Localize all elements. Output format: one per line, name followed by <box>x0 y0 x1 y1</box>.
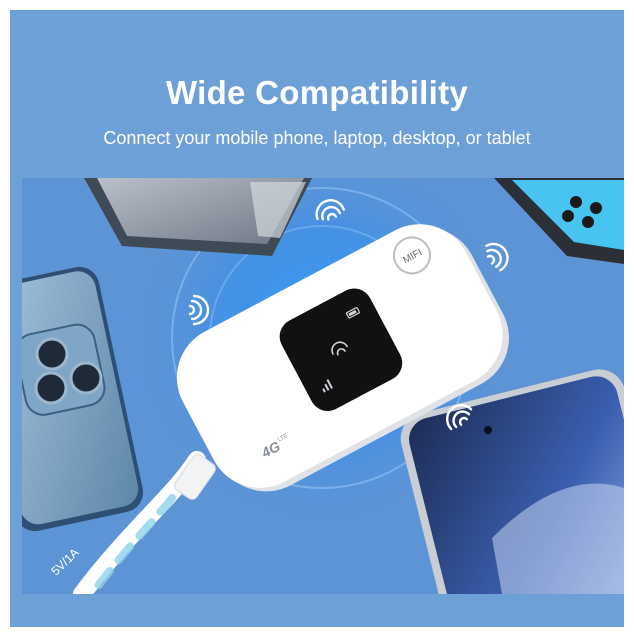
laptop-image <box>84 178 312 256</box>
left-phone-image <box>22 266 144 532</box>
scene-illustration: 5V/1A MIFI 4G LTE <box>22 178 624 594</box>
product-scene: 5V/1A MIFI 4G LTE <box>22 178 624 594</box>
banner-title: Wide Compatibility <box>165 74 469 111</box>
product-banner: Wide Compatibility Connect your mobile p… <box>10 10 624 627</box>
game-console-image <box>494 178 624 264</box>
banner-subtitle: Connect your mobile phone, laptop, deskt… <box>103 128 531 148</box>
cable-label: 5V/1A <box>48 545 81 578</box>
